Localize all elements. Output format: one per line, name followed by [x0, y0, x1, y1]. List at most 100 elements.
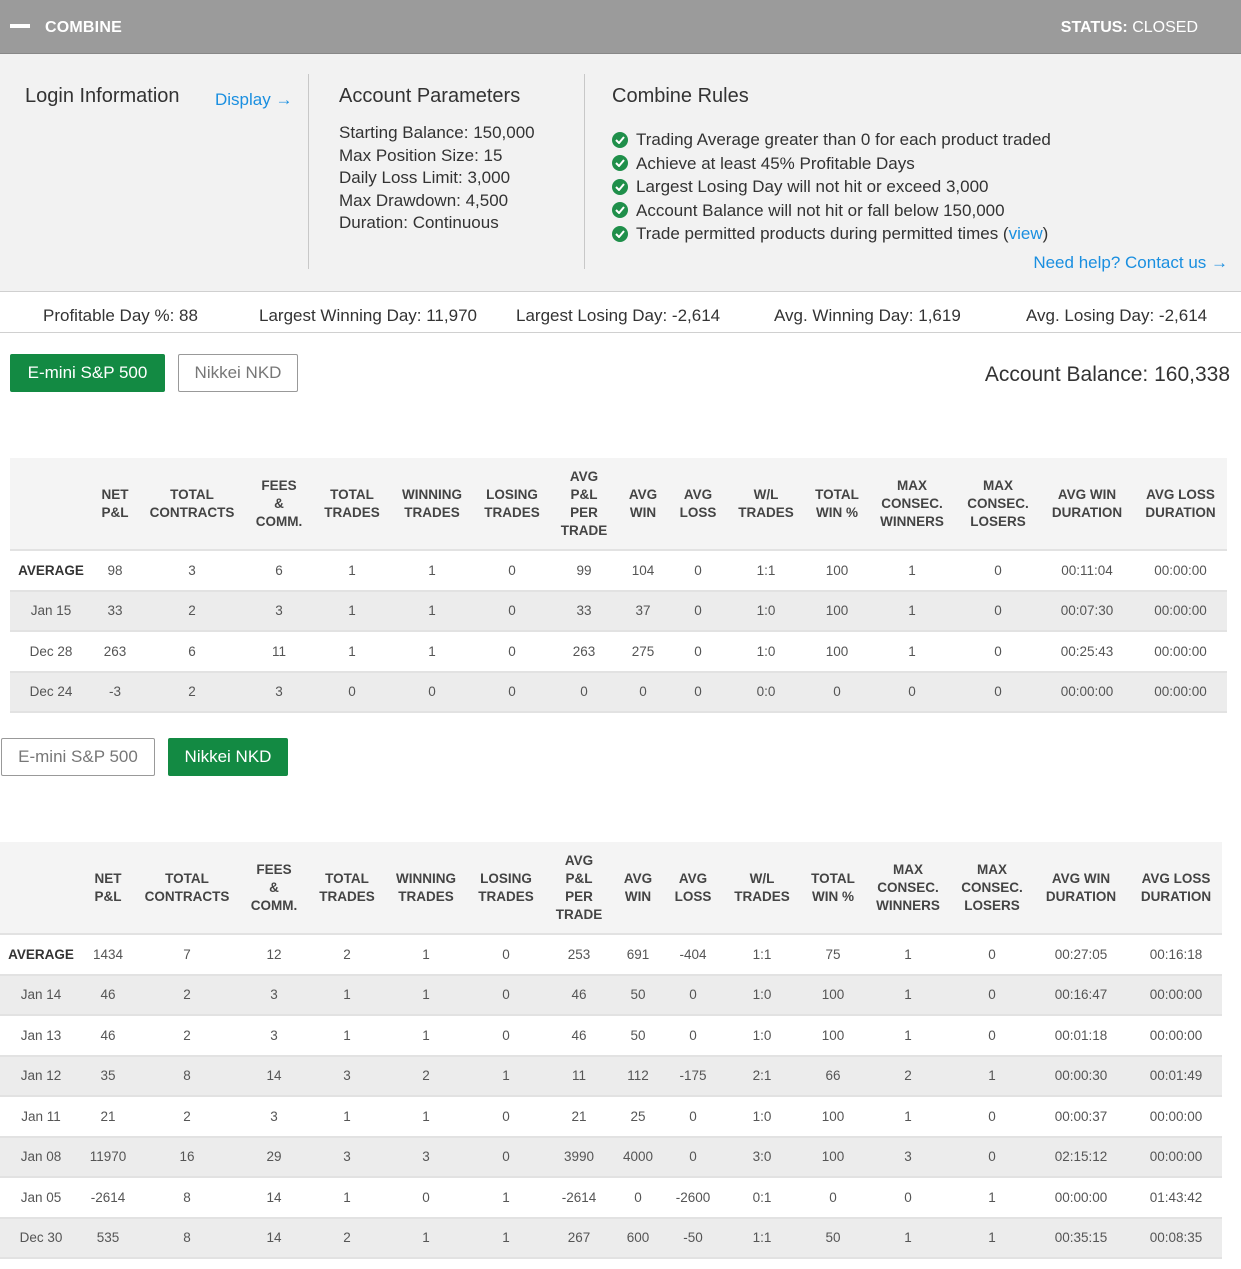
- table-cell: 0: [956, 590, 1040, 632]
- daily-stats-table: NET P&L TOTAL CONTRACTS FEES & COMM. TOTAL TRADE…: [0, 842, 1222, 1259]
- table-cell: 3: [386, 1136, 466, 1178]
- table-row: Jan 11 21 2 3 1 1 0 21 25 0 1:0 100 1 0 00:00:37 00:00:…: [0, 1096, 1222, 1138]
- row-label: Jan 14: [0, 974, 82, 1016]
- display-link[interactable]: Display →: [215, 90, 292, 110]
- table-cell: 100: [806, 631, 868, 673]
- status-label: STATUS:: [1060, 19, 1128, 36]
- check-circle-icon: [612, 202, 628, 219]
- table-cell: 46: [546, 1015, 612, 1057]
- table-row: Dec 24 -3 2 3 0 0 0 0 0 0 0:0 0 0 0 00:00:00 00:00:00: [10, 671, 1227, 713]
- row-label: Jan 15: [10, 590, 92, 632]
- rule-item: Trade permitted products during permitte…: [612, 222, 1051, 246]
- table-cell: 535: [82, 1217, 134, 1259]
- table-row: Dec 28 263 6 11 1 1 0 263 275 0 1:0 100 1 0 00:25:43 00…: [10, 631, 1227, 673]
- table-cell: 14: [240, 1177, 308, 1219]
- column-header: MAX CONSEC. WINNERS: [864, 842, 952, 935]
- view-link[interactable]: view: [1009, 224, 1043, 243]
- column-header: FEES & COMM.: [240, 842, 308, 935]
- column-header: AVG WIN DURATION: [1032, 842, 1130, 935]
- table-cell: 3:0: [722, 1136, 802, 1178]
- table-cell: 1: [466, 1217, 546, 1259]
- table-cell: 01:43:42: [1130, 1177, 1222, 1219]
- table-cell: 3: [138, 550, 246, 592]
- table-cell: 1: [868, 550, 956, 592]
- row-label: Jan 05: [0, 1177, 82, 1219]
- table-cell: 100: [802, 1136, 864, 1178]
- column-header: FEES & COMM.: [246, 458, 312, 551]
- table-cell: 00:00:00: [1134, 550, 1227, 592]
- table-cell: 112: [612, 1055, 664, 1097]
- table-cell: 1: [386, 1096, 466, 1138]
- table-cell: 104: [616, 550, 670, 592]
- table-cell: 1: [386, 1217, 466, 1259]
- table-cell: 1: [952, 1055, 1032, 1097]
- table-cell: 00:08:35: [1130, 1217, 1222, 1259]
- table-cell: 100: [806, 590, 868, 632]
- table-cell: 3990: [546, 1136, 612, 1178]
- table-cell: 00:27:05: [1032, 934, 1130, 976]
- table-cell: 1:1: [726, 550, 806, 592]
- table-cell: 46: [546, 974, 612, 1016]
- table-cell: 1: [386, 1015, 466, 1057]
- column-header: MAX CONSEC. LOSERS: [952, 842, 1032, 935]
- tab-e-mini-s-p-500[interactable]: E-mini S&P 500: [10, 354, 165, 392]
- table-cell: 1:0: [722, 974, 802, 1016]
- table-cell: 0: [670, 550, 726, 592]
- table-cell: 3: [864, 1136, 952, 1178]
- table-cell: 4000: [612, 1136, 664, 1178]
- column-header: TOTAL WIN %: [802, 842, 864, 935]
- table-cell: 00:00:00: [1130, 1015, 1222, 1057]
- table-cell: 0: [466, 974, 546, 1016]
- tab-e-mini-s-p-500[interactable]: E-mini S&P 500: [1, 738, 155, 776]
- param-max-position-size: Max Position Size: 15: [339, 145, 503, 165]
- table-cell: 00:00:00: [1130, 1096, 1222, 1138]
- rule-item: Achieve at least 45% Profitable Days: [612, 152, 1051, 176]
- column-header: TOTAL WIN %: [806, 458, 868, 551]
- table-cell: 0: [312, 671, 392, 713]
- row-label: Dec 30: [0, 1217, 82, 1259]
- table-cell: 0: [472, 590, 552, 632]
- table-cell: 2: [134, 1015, 240, 1057]
- contact-us-link[interactable]: Need help? Contact us →: [1033, 253, 1228, 273]
- tab-nikkei-nkd[interactable]: Nikkei NKD: [178, 354, 298, 392]
- table-cell: 1434: [82, 934, 134, 976]
- stat-avg-winning-day: Avg. Winning Day: 1,619: [774, 306, 961, 325]
- table-cell: 11: [246, 631, 312, 673]
- column-header: TOTAL CONTRACTS: [134, 842, 240, 935]
- collapse-icon[interactable]: [10, 24, 30, 28]
- table-header-row: NET P&L TOTAL CONTRACTS FEES & COMM. TOTAL TRADE…: [10, 458, 1227, 551]
- table-cell: 2: [138, 671, 246, 713]
- table-cell: 100: [802, 1015, 864, 1057]
- table-cell: 35: [82, 1055, 134, 1097]
- tab-nikkei-nkd[interactable]: Nikkei NKD: [168, 738, 288, 776]
- param-starting-balance: Starting Balance: 150,000: [339, 123, 535, 142]
- table-cell: 00:00:00: [1134, 671, 1227, 713]
- table-cell: 33: [92, 590, 138, 632]
- check-circle-icon: [612, 131, 628, 148]
- table-cell: 66: [802, 1055, 864, 1097]
- account-balance: Account Balance: 160,338: [984, 363, 1230, 386]
- table-cell: 2: [386, 1055, 466, 1097]
- table-cell: 1: [312, 590, 392, 632]
- table-cell: 0: [868, 671, 956, 713]
- table-cell: 0: [952, 934, 1032, 976]
- table-row: Jan 12 35 8 14 3 2 1 11 112 -175 2:1 66 2 1 00:00:30 00…: [0, 1055, 1222, 1097]
- table-cell: 00:00:00: [1130, 974, 1222, 1016]
- table-cell: 3: [240, 1096, 308, 1138]
- row-label: Jan 08: [0, 1136, 82, 1178]
- table-row: Jan 08 11970 16 29 3 3 0 3990 4000 0 3:0 100 3 0 02:15…: [0, 1136, 1222, 1178]
- rule-text: Largest Losing Day will not hit or excee…: [636, 177, 989, 196]
- section-title: COMBINE: [45, 19, 122, 36]
- param-duration: Duration: Continuous: [339, 213, 499, 232]
- table-cell: 37: [616, 590, 670, 632]
- table-cell: -3: [92, 671, 138, 713]
- table-cell: 1: [864, 974, 952, 1016]
- table-cell: 1: [308, 1015, 386, 1057]
- table-cell: 2: [864, 1055, 952, 1097]
- row-label: AVERAGE: [0, 934, 82, 976]
- table-cell: 0: [670, 590, 726, 632]
- status-value: CLOSED: [1132, 19, 1198, 36]
- rule-item: Largest Losing Day will not hit or excee…: [612, 175, 1051, 199]
- info-panel: Login Information Display → Account Para…: [0, 54, 1241, 291]
- table-cell: 00:00:00: [1134, 631, 1227, 673]
